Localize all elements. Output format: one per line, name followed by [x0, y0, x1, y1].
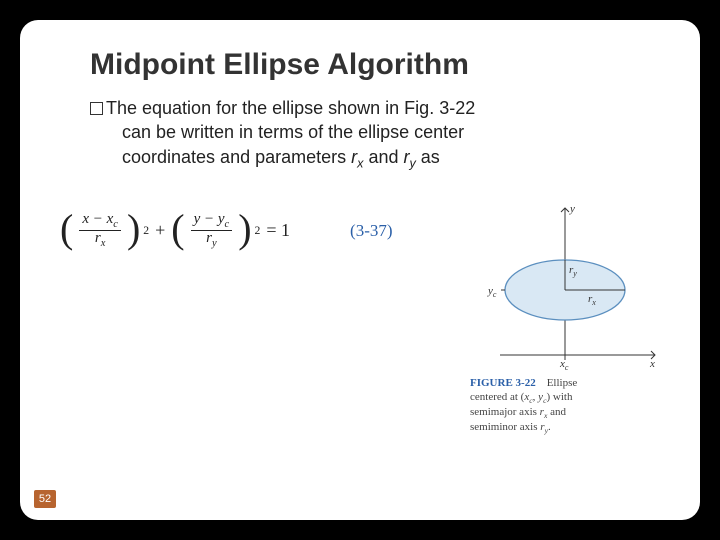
- figure-caption: FIGURE 3-22 Ellipse centered at (xc, yc)…: [470, 377, 660, 435]
- body-paragraph: The equation for the ellipse shown in Fi…: [90, 96, 650, 172]
- equation-number: (3-37): [350, 221, 392, 241]
- ellipse-figure: y x yc xc ry rx: [470, 200, 660, 370]
- equation-block: ( x − xc rx ) 2 + ( y − yc ry ) 2 = 1 (3…: [60, 200, 456, 435]
- y-axis-label: y: [569, 203, 575, 215]
- body-line1: The equation for the ellipse shown in Fi…: [106, 98, 475, 118]
- body-line2: can be written in terms of the ellipse c…: [122, 120, 464, 144]
- content-row: ( x − xc rx ) 2 + ( y − yc ry ) 2 = 1 (3…: [60, 200, 660, 435]
- figure-block: y x yc xc ry rx FIGURE 3-22 Ellipse cent…: [470, 200, 660, 435]
- equation: ( x − xc rx ) 2 + ( y − yc ry ) 2 = 1 (3…: [60, 212, 456, 249]
- yc-label: yc: [487, 285, 497, 299]
- fraction-1: x − xc rx: [79, 212, 121, 249]
- body-line3: coordinates and parameters rx and ry as: [122, 145, 440, 173]
- slide: Midpoint Ellipse Algorithm The equation …: [20, 20, 700, 520]
- x-axis-label: x: [649, 358, 655, 370]
- slide-title: Midpoint Ellipse Algorithm: [90, 48, 660, 82]
- bullet-icon: [90, 102, 103, 115]
- xc-label: xc: [559, 358, 569, 370]
- fraction-2: y − yc ry: [191, 212, 233, 249]
- page-number: 52: [34, 490, 56, 508]
